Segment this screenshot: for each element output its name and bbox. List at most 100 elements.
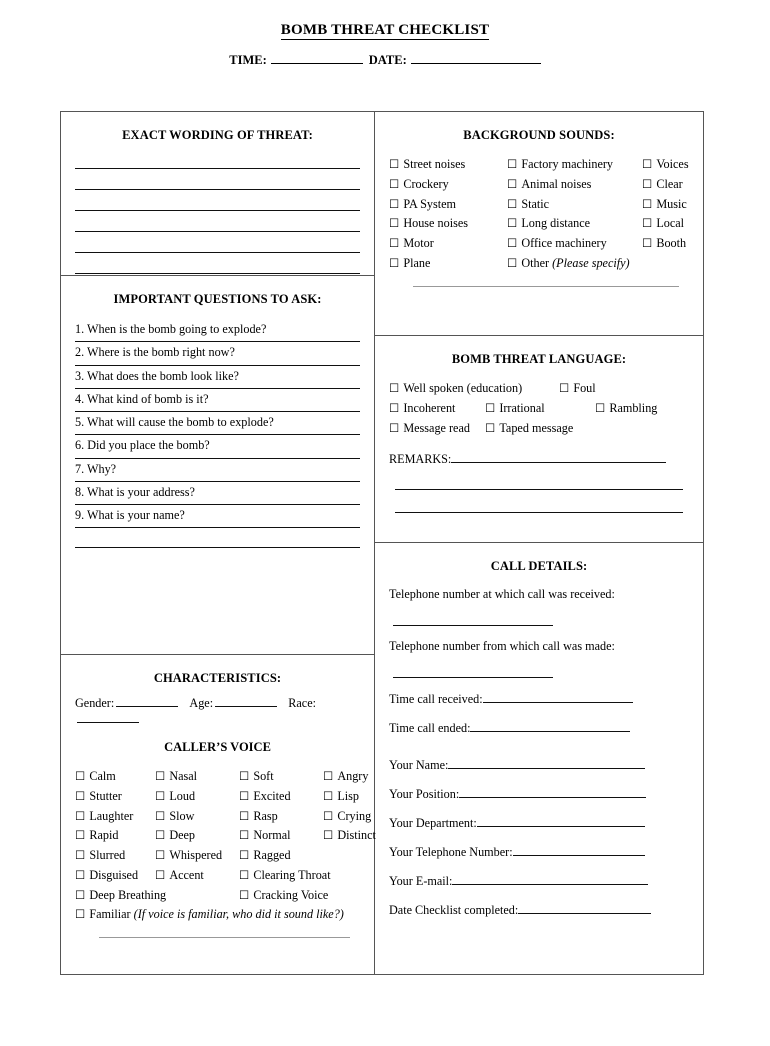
- sound-option-other[interactable]: ☐ Other (Please specify): [507, 254, 689, 274]
- remarks-input-line-1[interactable]: [451, 451, 667, 464]
- checkbox-icon[interactable]: ☐: [507, 256, 517, 270]
- checkbox-icon[interactable]: ☐: [75, 868, 85, 882]
- voice-option[interactable]: ☐ Nasal: [155, 767, 239, 787]
- checkbox-icon[interactable]: ☐: [75, 789, 85, 803]
- checkbox-icon[interactable]: ☐: [239, 888, 249, 902]
- checkbox-icon[interactable]: ☐: [389, 256, 399, 270]
- language-option[interactable]: ☐ Incoherent: [389, 399, 485, 419]
- checkbox-icon[interactable]: ☐: [485, 421, 495, 435]
- checkbox-icon[interactable]: ☐: [507, 177, 517, 191]
- phone-received-input[interactable]: [393, 625, 553, 626]
- language-option[interactable]: ☐ Message read: [389, 419, 485, 439]
- exact-wording-line[interactable]: [75, 190, 360, 211]
- sound-option[interactable]: ☐ Booth: [642, 234, 689, 254]
- voice-option[interactable]: ☐ Distinct: [323, 826, 376, 846]
- exact-wording-line[interactable]: [75, 155, 360, 169]
- voice-option[interactable]: ☐ Ragged: [239, 846, 360, 866]
- voice-option[interactable]: ☐ Lisp: [323, 787, 376, 807]
- checkbox-icon[interactable]: ☐: [155, 769, 165, 783]
- checkbox-icon[interactable]: ☐: [507, 157, 517, 171]
- checkbox-icon[interactable]: ☐: [75, 809, 85, 823]
- time-received-input[interactable]: [482, 691, 633, 703]
- voice-option[interactable]: ☐ Loud: [155, 787, 239, 807]
- voice-option[interactable]: ☐ Stutter: [75, 787, 155, 807]
- checkbox-icon[interactable]: ☐: [389, 177, 399, 191]
- sound-option[interactable]: ☐ Local: [642, 214, 689, 234]
- voice-option[interactable]: ☐ Soft: [239, 767, 323, 787]
- voice-option[interactable]: ☐ Crying: [323, 807, 376, 827]
- voice-option[interactable]: ☐ Angry: [323, 767, 376, 787]
- date-completed-input[interactable]: [518, 902, 652, 914]
- exact-wording-line[interactable]: [75, 232, 360, 253]
- checkbox-icon[interactable]: ☐: [389, 216, 399, 230]
- sound-option[interactable]: ☐ Motor: [389, 234, 507, 254]
- checkbox-icon[interactable]: ☐: [507, 236, 517, 250]
- checkbox-icon[interactable]: ☐: [389, 421, 399, 435]
- exact-wording-line[interactable]: [75, 169, 360, 190]
- remarks-input-line-3[interactable]: [395, 512, 683, 514]
- checkbox-icon[interactable]: ☐: [642, 236, 652, 250]
- language-option[interactable]: ☐ Well spoken (education): [389, 379, 559, 399]
- sound-option[interactable]: ☐ Crockery: [389, 175, 507, 195]
- language-option[interactable]: ☐ Rambling: [595, 399, 689, 419]
- voice-option[interactable]: ☐ Disguised: [75, 866, 155, 886]
- voice-option[interactable]: ☐ Calm: [75, 767, 155, 787]
- age-input[interactable]: [215, 695, 278, 707]
- checkbox-icon[interactable]: ☐: [389, 197, 399, 211]
- voice-option[interactable]: ☐ Deep: [155, 826, 239, 846]
- checkbox-icon[interactable]: ☐: [559, 381, 569, 395]
- voice-option[interactable]: ☐ Clearing Throat: [239, 866, 360, 886]
- checkbox-icon[interactable]: ☐: [389, 157, 399, 171]
- voice-option[interactable]: ☐ Slurred: [75, 846, 155, 866]
- familiar-input-line[interactable]: [99, 937, 350, 939]
- phone-made-input[interactable]: [393, 677, 553, 678]
- checkbox-icon[interactable]: ☐: [75, 848, 85, 862]
- sound-option[interactable]: ☐ Street noises: [389, 155, 507, 175]
- language-option[interactable]: ☐ Foul: [559, 379, 689, 399]
- exact-wording-line[interactable]: [75, 253, 360, 274]
- checkbox-icon[interactable]: ☐: [75, 828, 85, 842]
- checkbox-icon[interactable]: ☐: [323, 809, 333, 823]
- checkbox-icon[interactable]: ☐: [642, 177, 652, 191]
- checkbox-icon[interactable]: ☐: [507, 216, 517, 230]
- your-department-input[interactable]: [476, 815, 645, 827]
- checkbox-icon[interactable]: ☐: [485, 401, 495, 415]
- checkbox-icon[interactable]: ☐: [239, 828, 249, 842]
- checkbox-icon[interactable]: ☐: [642, 216, 652, 230]
- checkbox-icon[interactable]: ☐: [239, 868, 249, 882]
- question-answer-line[interactable]: [75, 528, 360, 549]
- time-input[interactable]: [270, 53, 363, 64]
- voice-option[interactable]: ☐ Whispered: [155, 846, 239, 866]
- date-input[interactable]: [410, 53, 541, 64]
- your-name-input[interactable]: [448, 757, 646, 769]
- sound-option[interactable]: ☐ Office machinery: [507, 234, 642, 254]
- checkbox-icon[interactable]: ☐: [642, 197, 652, 211]
- checkbox-icon[interactable]: ☐: [155, 848, 165, 862]
- checkbox-icon[interactable]: ☐: [389, 236, 399, 250]
- checkbox-icon[interactable]: ☐: [323, 769, 333, 783]
- checkbox-icon[interactable]: ☐: [239, 848, 249, 862]
- checkbox-icon[interactable]: ☐: [389, 381, 399, 395]
- checkbox-icon[interactable]: ☐: [642, 157, 652, 171]
- gender-input[interactable]: [116, 695, 179, 707]
- checkbox-icon[interactable]: ☐: [75, 888, 85, 902]
- familiar-option[interactable]: ☐ Familiar (If voice is familiar, who did…: [75, 905, 360, 925]
- sound-option[interactable]: ☐ House noises: [389, 214, 507, 234]
- checkbox-icon[interactable]: ☐: [323, 789, 333, 803]
- sound-option[interactable]: ☐ Voices: [642, 155, 689, 175]
- checkbox-icon[interactable]: ☐: [155, 809, 165, 823]
- sound-option[interactable]: ☐ Factory machinery: [507, 155, 642, 175]
- language-option[interactable]: ☐ Taped message: [485, 419, 689, 439]
- voice-option[interactable]: ☐ Laughter: [75, 807, 155, 827]
- checkbox-icon[interactable]: ☐: [595, 401, 605, 415]
- language-option[interactable]: ☐ Irrational: [485, 399, 595, 419]
- checkbox-icon[interactable]: ☐: [507, 197, 517, 211]
- sound-option[interactable]: ☐ Clear: [642, 175, 689, 195]
- voice-option[interactable]: ☐ Deep Breathing: [75, 886, 239, 906]
- race-input[interactable]: [77, 711, 139, 723]
- your-telephone-input[interactable]: [512, 844, 645, 856]
- voice-option[interactable]: ☐ Normal: [239, 826, 323, 846]
- checkbox-icon[interactable]: ☐: [155, 789, 165, 803]
- checkbox-icon[interactable]: ☐: [323, 828, 333, 842]
- checkbox-icon[interactable]: ☐: [75, 769, 85, 783]
